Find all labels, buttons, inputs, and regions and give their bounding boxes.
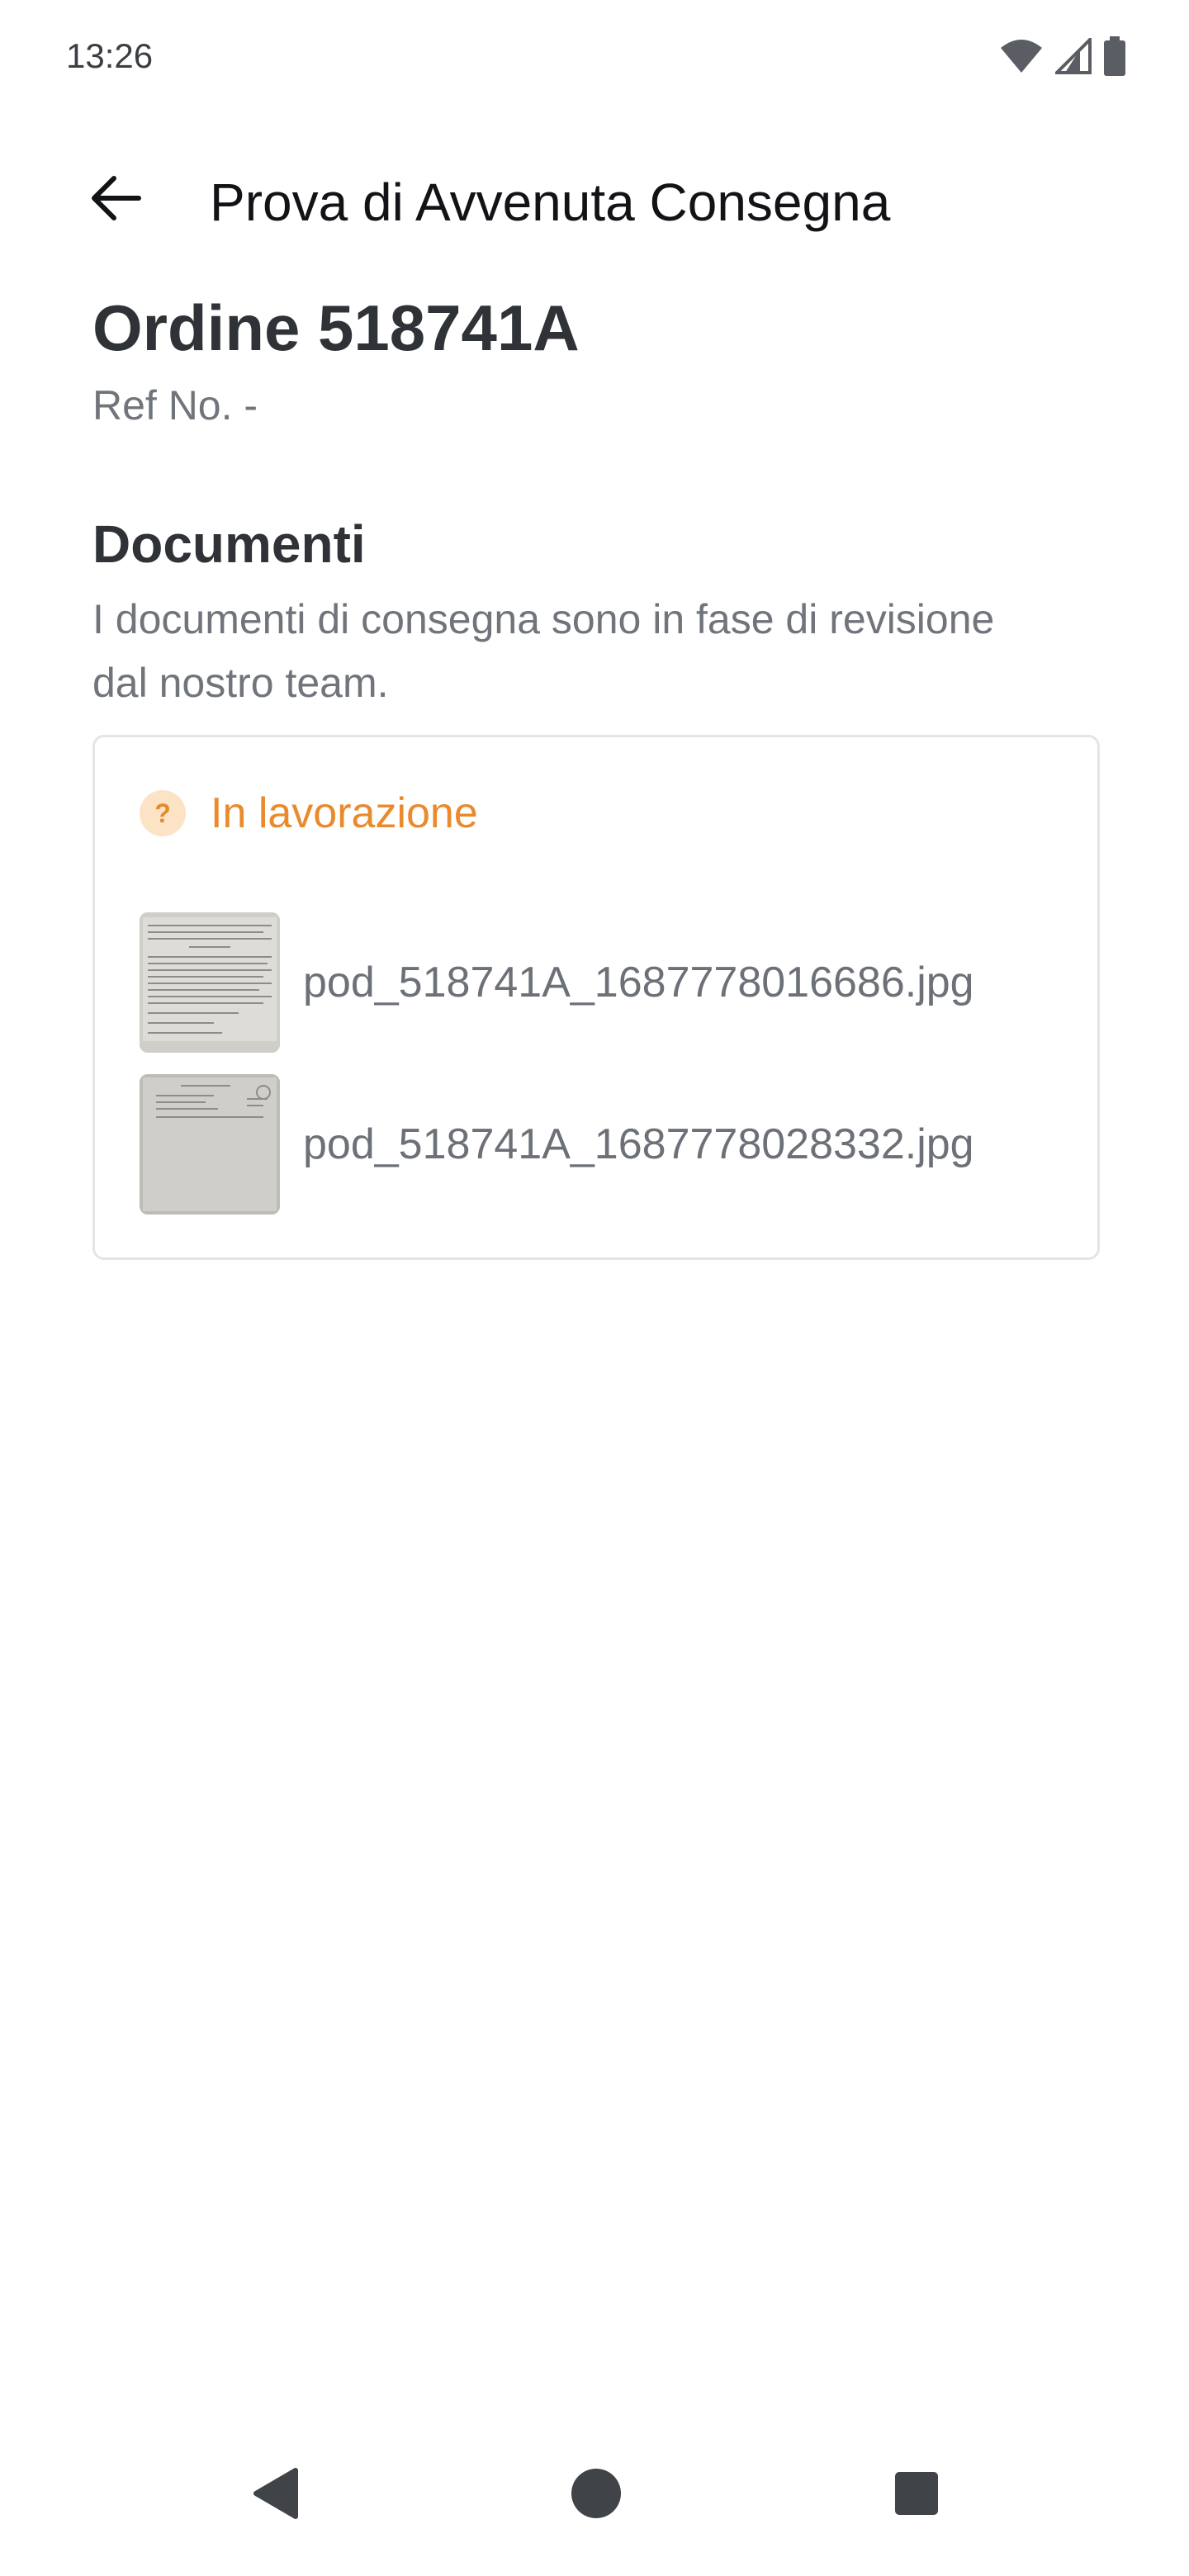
file-name[interactable]: pod_518741A_1687778016686.jpg: [303, 958, 974, 1007]
nav-recents-button[interactable]: [867, 2444, 966, 2543]
order-title: Ordine 518741A: [92, 291, 580, 364]
status-bar: 13:26: [0, 0, 1189, 116]
status-time: 13:26: [66, 36, 154, 75]
back-triangle-icon: [253, 2468, 298, 2519]
document-file-item[interactable]: pod_518741A_1687778016686.jpg: [140, 912, 974, 1053]
nav-back-button[interactable]: [226, 2444, 325, 2543]
recents-square-icon: [895, 2472, 938, 2515]
cellular-signal-icon: [1055, 38, 1092, 74]
nav-home-button[interactable]: [547, 2444, 646, 2543]
system-navigation-bar: [0, 2444, 1189, 2576]
arrow-left-icon: [92, 176, 141, 220]
documents-section-title: Documenti: [92, 514, 366, 574]
battery-icon: [1103, 36, 1126, 76]
home-circle-icon: [571, 2469, 621, 2518]
status-label: In lavorazione: [211, 789, 478, 837]
file-name[interactable]: pod_518741A_1687778028332.jpg: [303, 1120, 974, 1169]
reference-number: Ref No. -: [92, 382, 258, 429]
question-mark-icon: ?: [140, 790, 186, 836]
document-status: ? In lavorazione: [140, 788, 478, 838]
app-bar: Prova di Avvenuta Consegna: [0, 157, 1189, 248]
page-title: Prova di Avvenuta Consegna: [210, 173, 891, 232]
back-button[interactable]: [83, 165, 149, 231]
document-thumbnail[interactable]: [140, 912, 280, 1053]
document-file-item[interactable]: pod_518741A_1687778028332.jpg: [140, 1074, 974, 1215]
document-thumbnail[interactable]: [140, 1074, 280, 1215]
wifi-icon: [999, 38, 1044, 74]
status-icons: [999, 36, 1126, 76]
documents-card: ? In lavorazione pod_518741A_16877780166…: [92, 735, 1100, 1260]
documents-description: I documenti di consegna sono in fase di …: [92, 596, 995, 706]
